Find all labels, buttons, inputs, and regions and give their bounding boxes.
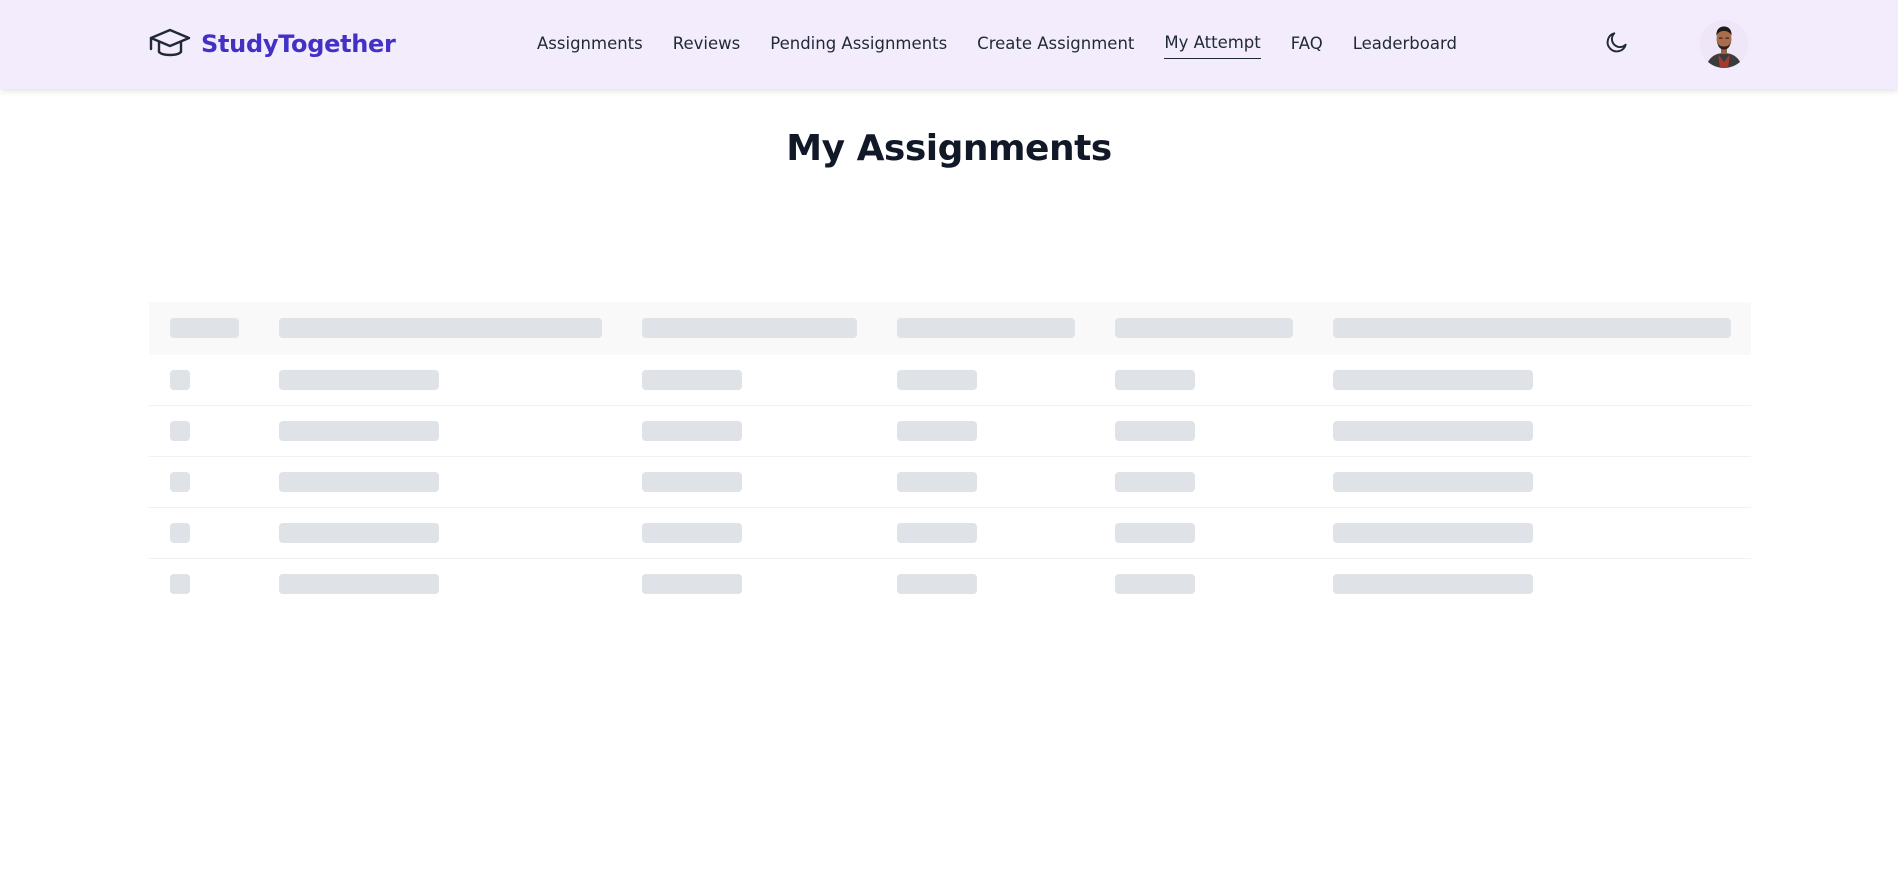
table-row-skeleton (149, 355, 1751, 406)
user-avatar[interactable] (1700, 20, 1748, 68)
navbar: StudyTogether Assignments Reviews Pendin… (0, 0, 1898, 89)
cell-placeholder (897, 523, 977, 543)
nav-link-faq[interactable]: FAQ (1291, 32, 1323, 59)
nav-link-pending-assignments[interactable]: Pending Assignments (770, 32, 947, 59)
cell-placeholder (1115, 523, 1195, 543)
nav-link-leaderboard[interactable]: Leaderboard (1353, 32, 1457, 59)
cell-placeholder (279, 472, 439, 492)
cell-placeholder (1333, 370, 1533, 390)
nav-link-reviews[interactable]: Reviews (673, 32, 740, 59)
cell-placeholder (170, 574, 190, 594)
user-avatar-image (1700, 20, 1748, 68)
cell-placeholder (279, 574, 439, 594)
cell-placeholder (170, 370, 190, 390)
cell-placeholder (642, 472, 742, 492)
cell-placeholder (642, 574, 742, 594)
table-row-skeleton (149, 508, 1751, 559)
cell-placeholder (897, 574, 977, 594)
cell-placeholder (1333, 574, 1533, 594)
cell-placeholder (170, 421, 190, 441)
table-row-skeleton (149, 559, 1751, 610)
header-cell-placeholder (897, 318, 1075, 338)
brand-logo[interactable]: StudyTogether (149, 26, 396, 62)
nav-link-create-assignment[interactable]: Create Assignment (977, 32, 1134, 59)
cell-placeholder (642, 370, 742, 390)
brand-name: StudyTogether (201, 30, 396, 58)
cell-placeholder (642, 523, 742, 543)
header-cell-placeholder (170, 318, 239, 338)
page-title: My Assignments (786, 128, 1112, 169)
cell-placeholder (642, 421, 742, 441)
cell-placeholder (1115, 472, 1195, 492)
header-cell-placeholder (1333, 318, 1731, 338)
header-cell-placeholder (279, 318, 602, 338)
header-cell-placeholder (642, 318, 857, 338)
cell-placeholder (897, 421, 977, 441)
nav-link-my-attempt[interactable]: My Attempt (1164, 31, 1261, 59)
cell-placeholder (897, 472, 977, 492)
cell-placeholder (279, 370, 439, 390)
assignments-table-skeleton (149, 302, 1751, 610)
header-cell-placeholder (1115, 318, 1293, 338)
cell-placeholder (897, 370, 977, 390)
graduation-cap-icon (149, 28, 191, 57)
cell-placeholder (1333, 523, 1533, 543)
cell-placeholder (1333, 421, 1533, 441)
cell-placeholder (170, 523, 190, 543)
nav-link-assignments[interactable]: Assignments (537, 32, 643, 59)
moon-icon[interactable] (1604, 29, 1630, 55)
cell-placeholder (1115, 370, 1195, 390)
cell-placeholder (1115, 421, 1195, 441)
table-row-skeleton (149, 406, 1751, 457)
cell-placeholder (279, 421, 439, 441)
table-header-skeleton (149, 302, 1751, 355)
table-row-skeleton (149, 457, 1751, 508)
cell-placeholder (1333, 472, 1533, 492)
cell-placeholder (170, 472, 190, 492)
cell-placeholder (279, 523, 439, 543)
main-nav: Assignments Reviews Pending Assignments … (537, 30, 1487, 60)
cell-placeholder (1115, 574, 1195, 594)
